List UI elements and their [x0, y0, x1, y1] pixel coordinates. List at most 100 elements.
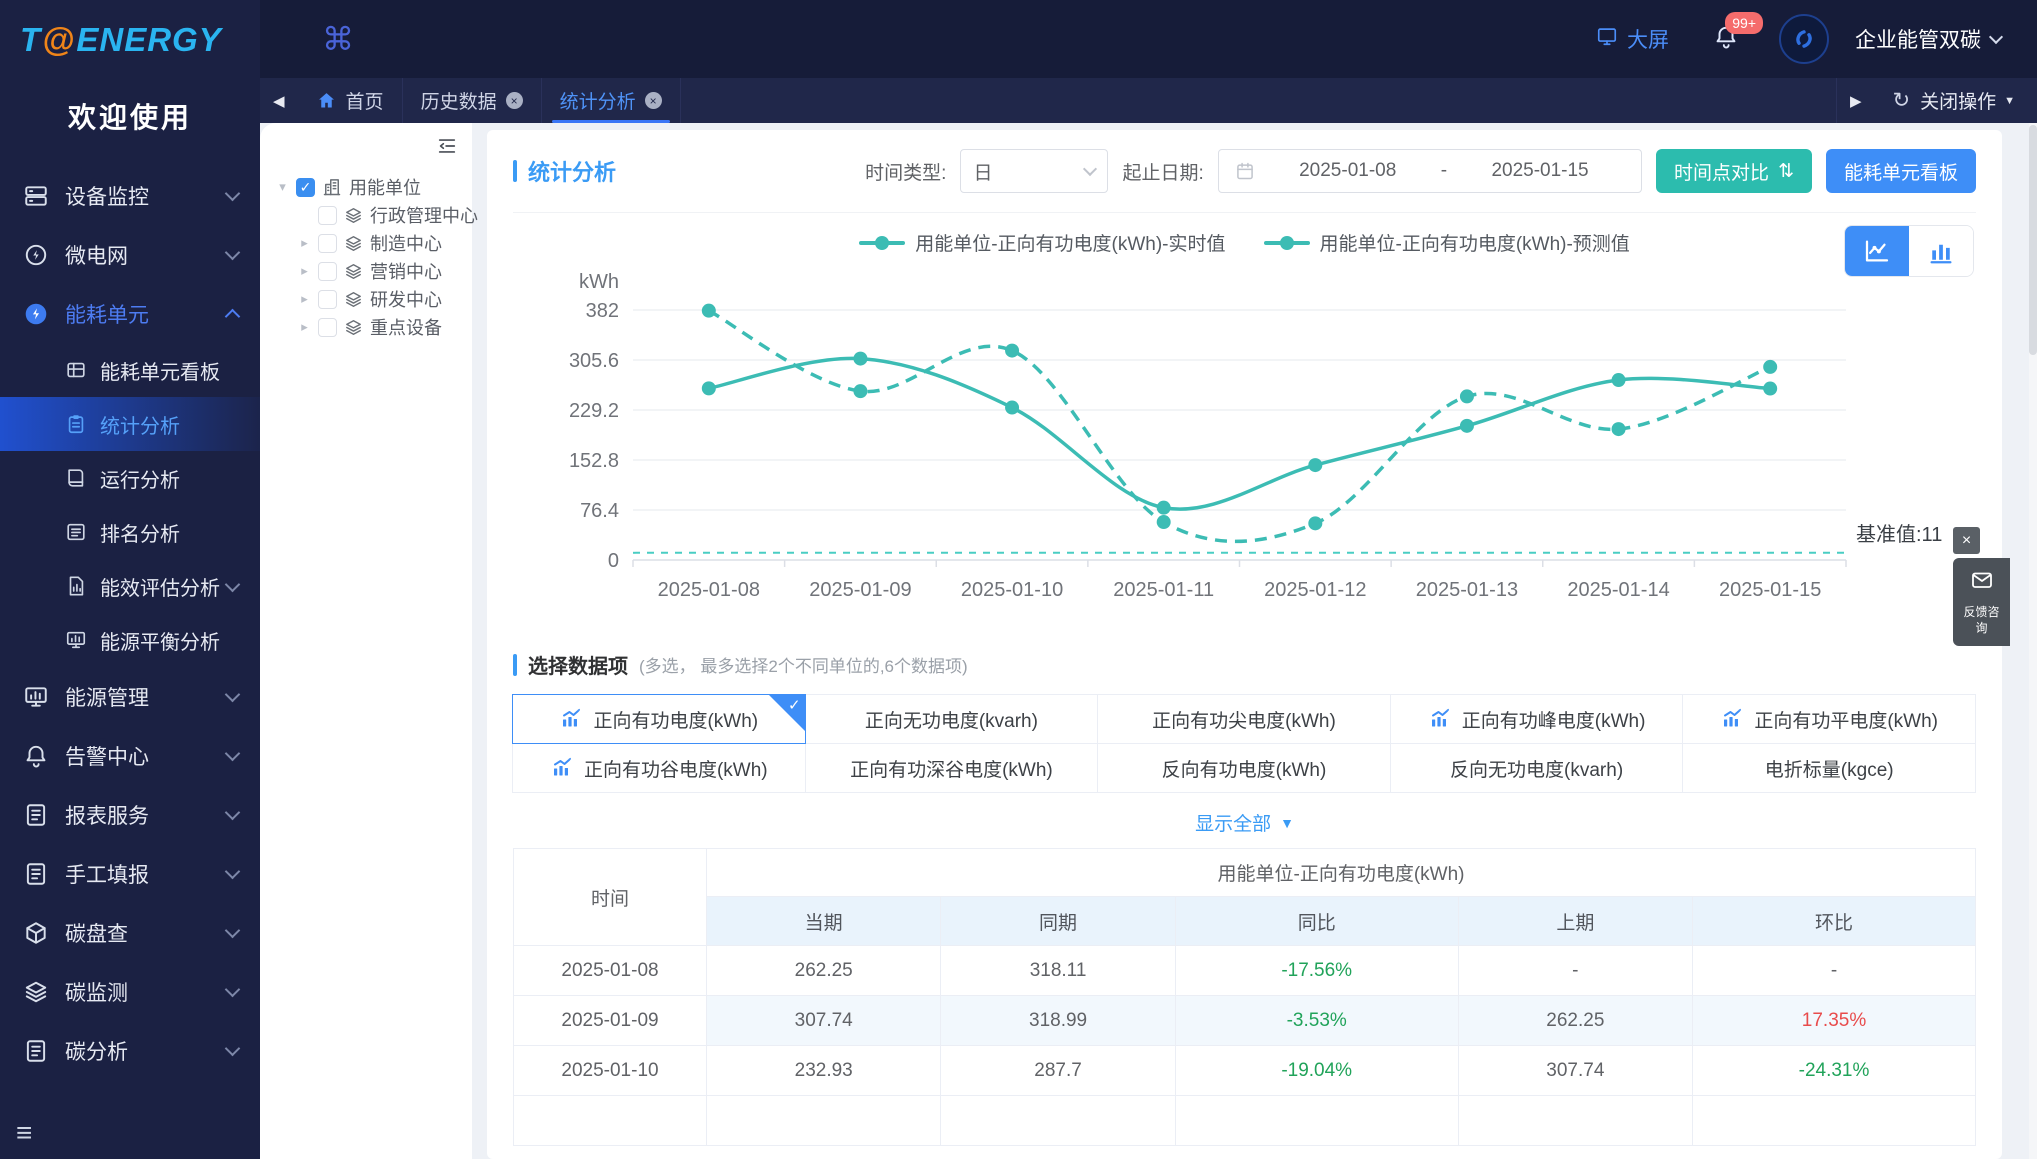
- sidebar-item-能效评估分析[interactable]: 能效评估分析: [0, 559, 260, 613]
- checkbox-checked[interactable]: ✓: [296, 177, 315, 197]
- sidebar-item-碳盘查[interactable]: 碳盘查: [0, 903, 260, 962]
- page-scrollbar[interactable]: [2029, 123, 2037, 1159]
- unit-tree: ▾ ✓ 用能单位 行政管理中心 ▸ 制造中心 ▸ 营销中心 ▸ 研发中心 ▸ 重点设备: [276, 173, 478, 341]
- sidebar-item-微电网[interactable]: 微电网: [0, 225, 260, 284]
- sidebar-item-能耗单元看板[interactable]: 能耗单元看板: [0, 343, 260, 397]
- energy-unit-board-button[interactable]: 能耗单元看板: [1825, 149, 1976, 193]
- checkbox-unchecked[interactable]: [318, 205, 337, 225]
- sidebar-collapse-toggle[interactable]: ≡: [16, 1117, 32, 1149]
- row-time: 2025-01-08: [513, 945, 707, 996]
- data-item-正向有功峰电度(kWh)[interactable]: 正向有功峰电度(kWh): [1389, 694, 1684, 744]
- notification-bell-button[interactable]: 99+: [1713, 11, 1763, 55]
- row-cell: [1692, 1095, 1976, 1146]
- sidebar-item-label: 能源管理: [65, 686, 149, 710]
- date-range-picker[interactable]: 2025-01-08 - 2025-01-15: [1217, 149, 1643, 193]
- tab-close-icon[interactable]: ×: [644, 92, 662, 109]
- sidebar-item-报表服务[interactable]: 报表服务: [0, 785, 260, 844]
- bar-chart-toggle[interactable]: [1909, 226, 1973, 276]
- tree-node-研发中心[interactable]: ▸ 研发中心: [276, 285, 464, 313]
- data-item-正向有功平电度(kWh)[interactable]: 正向有功平电度(kWh): [1682, 694, 1976, 744]
- show-all-button[interactable]: 显示全部 ▼: [513, 809, 1976, 836]
- welcome-text: 欢迎使用: [67, 102, 192, 133]
- chart-type-toggles: [1844, 225, 1974, 277]
- data-item-label: 反向无功电度(kvarh): [1450, 759, 1624, 781]
- org-switcher[interactable]: 企业能管双碳: [1855, 24, 2004, 54]
- data-item-正向无功电度(kvarh)[interactable]: 正向无功电度(kvarh): [804, 694, 1099, 744]
- app-logo: T @ ENERGY: [0, 0, 260, 80]
- sidebar-item-能源管理[interactable]: 能源管理: [0, 667, 260, 726]
- data-item-正向有功电度(kWh)[interactable]: 正向有功电度(kWh) ✓: [512, 694, 806, 744]
- data-item-label: 正向无功电度(kvarh): [864, 710, 1038, 732]
- big-screen-button[interactable]: 大屏: [1596, 24, 1669, 54]
- caret-right-icon[interactable]: ▸: [298, 319, 311, 335]
- caret-right-icon[interactable]: ▸: [298, 263, 311, 279]
- tree-node-营销中心[interactable]: ▸ 营销中心: [276, 257, 464, 285]
- tree-node-用能单位[interactable]: ▾ ✓ 用能单位: [276, 173, 464, 201]
- data-item-电折标量(kgce)[interactable]: 电折标量(kgce): [1682, 743, 1976, 793]
- sidebar-item-label: 能效评估分析: [100, 577, 220, 600]
- tree-node-重点设备[interactable]: ▸ 重点设备: [276, 313, 464, 341]
- tree-node-行政管理中心[interactable]: 行政管理中心: [276, 201, 478, 229]
- sidebar-item-碳监测[interactable]: 碳监测: [0, 962, 260, 1021]
- sidebar-item-能源平衡分析[interactable]: 能源平衡分析: [0, 613, 260, 667]
- sidebar-item-碳分析[interactable]: 碳分析: [0, 1021, 260, 1080]
- refresh-icon[interactable]: ↻: [1892, 88, 1910, 113]
- data-item-反向无功电度(kvarh)[interactable]: 反向无功电度(kvarh): [1389, 743, 1684, 793]
- sidebar-item-手工填报[interactable]: 手工填报: [0, 844, 260, 903]
- checkbox-unchecked[interactable]: [318, 289, 337, 309]
- scrollbar-thumb[interactable]: [2029, 125, 2037, 355]
- data-item-正向有功尖电度(kWh)[interactable]: 正向有功尖电度(kWh): [1097, 694, 1391, 744]
- chevron-down-icon: [224, 1040, 241, 1057]
- data-item-正向有功谷电度(kWh)[interactable]: 正向有功谷电度(kWh): [512, 743, 806, 793]
- sidebar-item-设备监控[interactable]: 设备监控: [0, 166, 260, 225]
- bolt-icon: [22, 241, 50, 269]
- tree-node-制造中心[interactable]: ▸ 制造中心: [276, 229, 464, 257]
- sidebar-item-能耗单元[interactable]: 能耗单元: [0, 284, 260, 343]
- close-operations-menu[interactable]: 关闭操作 ▼: [1920, 87, 2037, 114]
- sidebar-item-统计分析[interactable]: 统计分析: [0, 397, 260, 451]
- doc-icon: [22, 860, 50, 888]
- calendar-icon: [1235, 161, 1255, 181]
- row-time: 2025-01-09: [513, 995, 707, 1046]
- checkbox-unchecked[interactable]: [318, 317, 337, 337]
- sidebar-item-运行分析[interactable]: 运行分析: [0, 451, 260, 505]
- triangle-down-icon: ▼: [1280, 814, 1294, 831]
- checkbox-unchecked[interactable]: [318, 261, 337, 281]
- time-point-compare-button[interactable]: 时间点对比 ⇅: [1656, 149, 1812, 193]
- bolt-filled-icon: [22, 300, 50, 328]
- main-wrap: 统计分析 时间类型: 日 起止日期: 2025-01-08 - 2025-01-…: [472, 123, 2037, 1159]
- caret-right-icon[interactable]: ▸: [298, 235, 311, 251]
- sidebar-item-label: 能耗单元看板: [100, 361, 220, 384]
- tabs-scroll-right-button[interactable]: ▶: [1837, 92, 1875, 110]
- tab-历史数据[interactable]: 历史数据 ×: [403, 78, 542, 123]
- time-type-select[interactable]: 日: [960, 149, 1109, 193]
- sidebar-item-告警中心[interactable]: 告警中心: [0, 726, 260, 785]
- sidebar-item-label: 碳盘查: [65, 922, 128, 946]
- tabs-scroll-left-button[interactable]: ◀: [260, 78, 298, 123]
- tab-统计分析[interactable]: 统计分析 ×: [542, 78, 681, 123]
- table-row: [513, 1095, 1976, 1146]
- feedback-widget[interactable]: 反馈咨询: [1953, 558, 2010, 646]
- tab-close-icon[interactable]: ×: [505, 92, 523, 109]
- checkbox-unchecked[interactable]: [318, 233, 337, 253]
- date-range-label: 起止日期:: [1122, 162, 1204, 184]
- date-start-value[interactable]: 2025-01-08: [1263, 160, 1433, 182]
- cube-icon: [22, 919, 50, 947]
- avatar[interactable]: [1779, 14, 1829, 64]
- legend-item[interactable]: 用能单位-正向有功电度(kWh)-实时值: [859, 229, 1226, 256]
- data-item-反向有功电度(kWh)[interactable]: 反向有功电度(kWh): [1097, 743, 1391, 793]
- line-chart-toggle[interactable]: [1845, 226, 1909, 276]
- panel-collapse-icon[interactable]: [436, 135, 458, 162]
- chevron-down-icon: [224, 922, 241, 939]
- caret-down-icon[interactable]: ▾: [276, 179, 289, 195]
- legend-item[interactable]: 用能单位-正向有功电度(kWh)-预测值: [1263, 229, 1630, 256]
- caret-right-icon[interactable]: ▸: [298, 291, 311, 307]
- row-cell: 307.74: [1457, 1045, 1694, 1096]
- apps-grid-icon[interactable]: ⌘: [322, 20, 354, 58]
- sidebar-item-排名分析[interactable]: 排名分析: [0, 505, 260, 559]
- date-end-value[interactable]: 2025-01-15: [1455, 160, 1625, 182]
- feedback-close-button[interactable]: ×: [1953, 527, 1980, 554]
- data-item-正向有功深谷电度(kWh)[interactable]: 正向有功深谷电度(kWh): [804, 743, 1099, 793]
- tab-首页[interactable]: 首页: [298, 78, 403, 123]
- chevron-down-icon: [224, 576, 241, 592]
